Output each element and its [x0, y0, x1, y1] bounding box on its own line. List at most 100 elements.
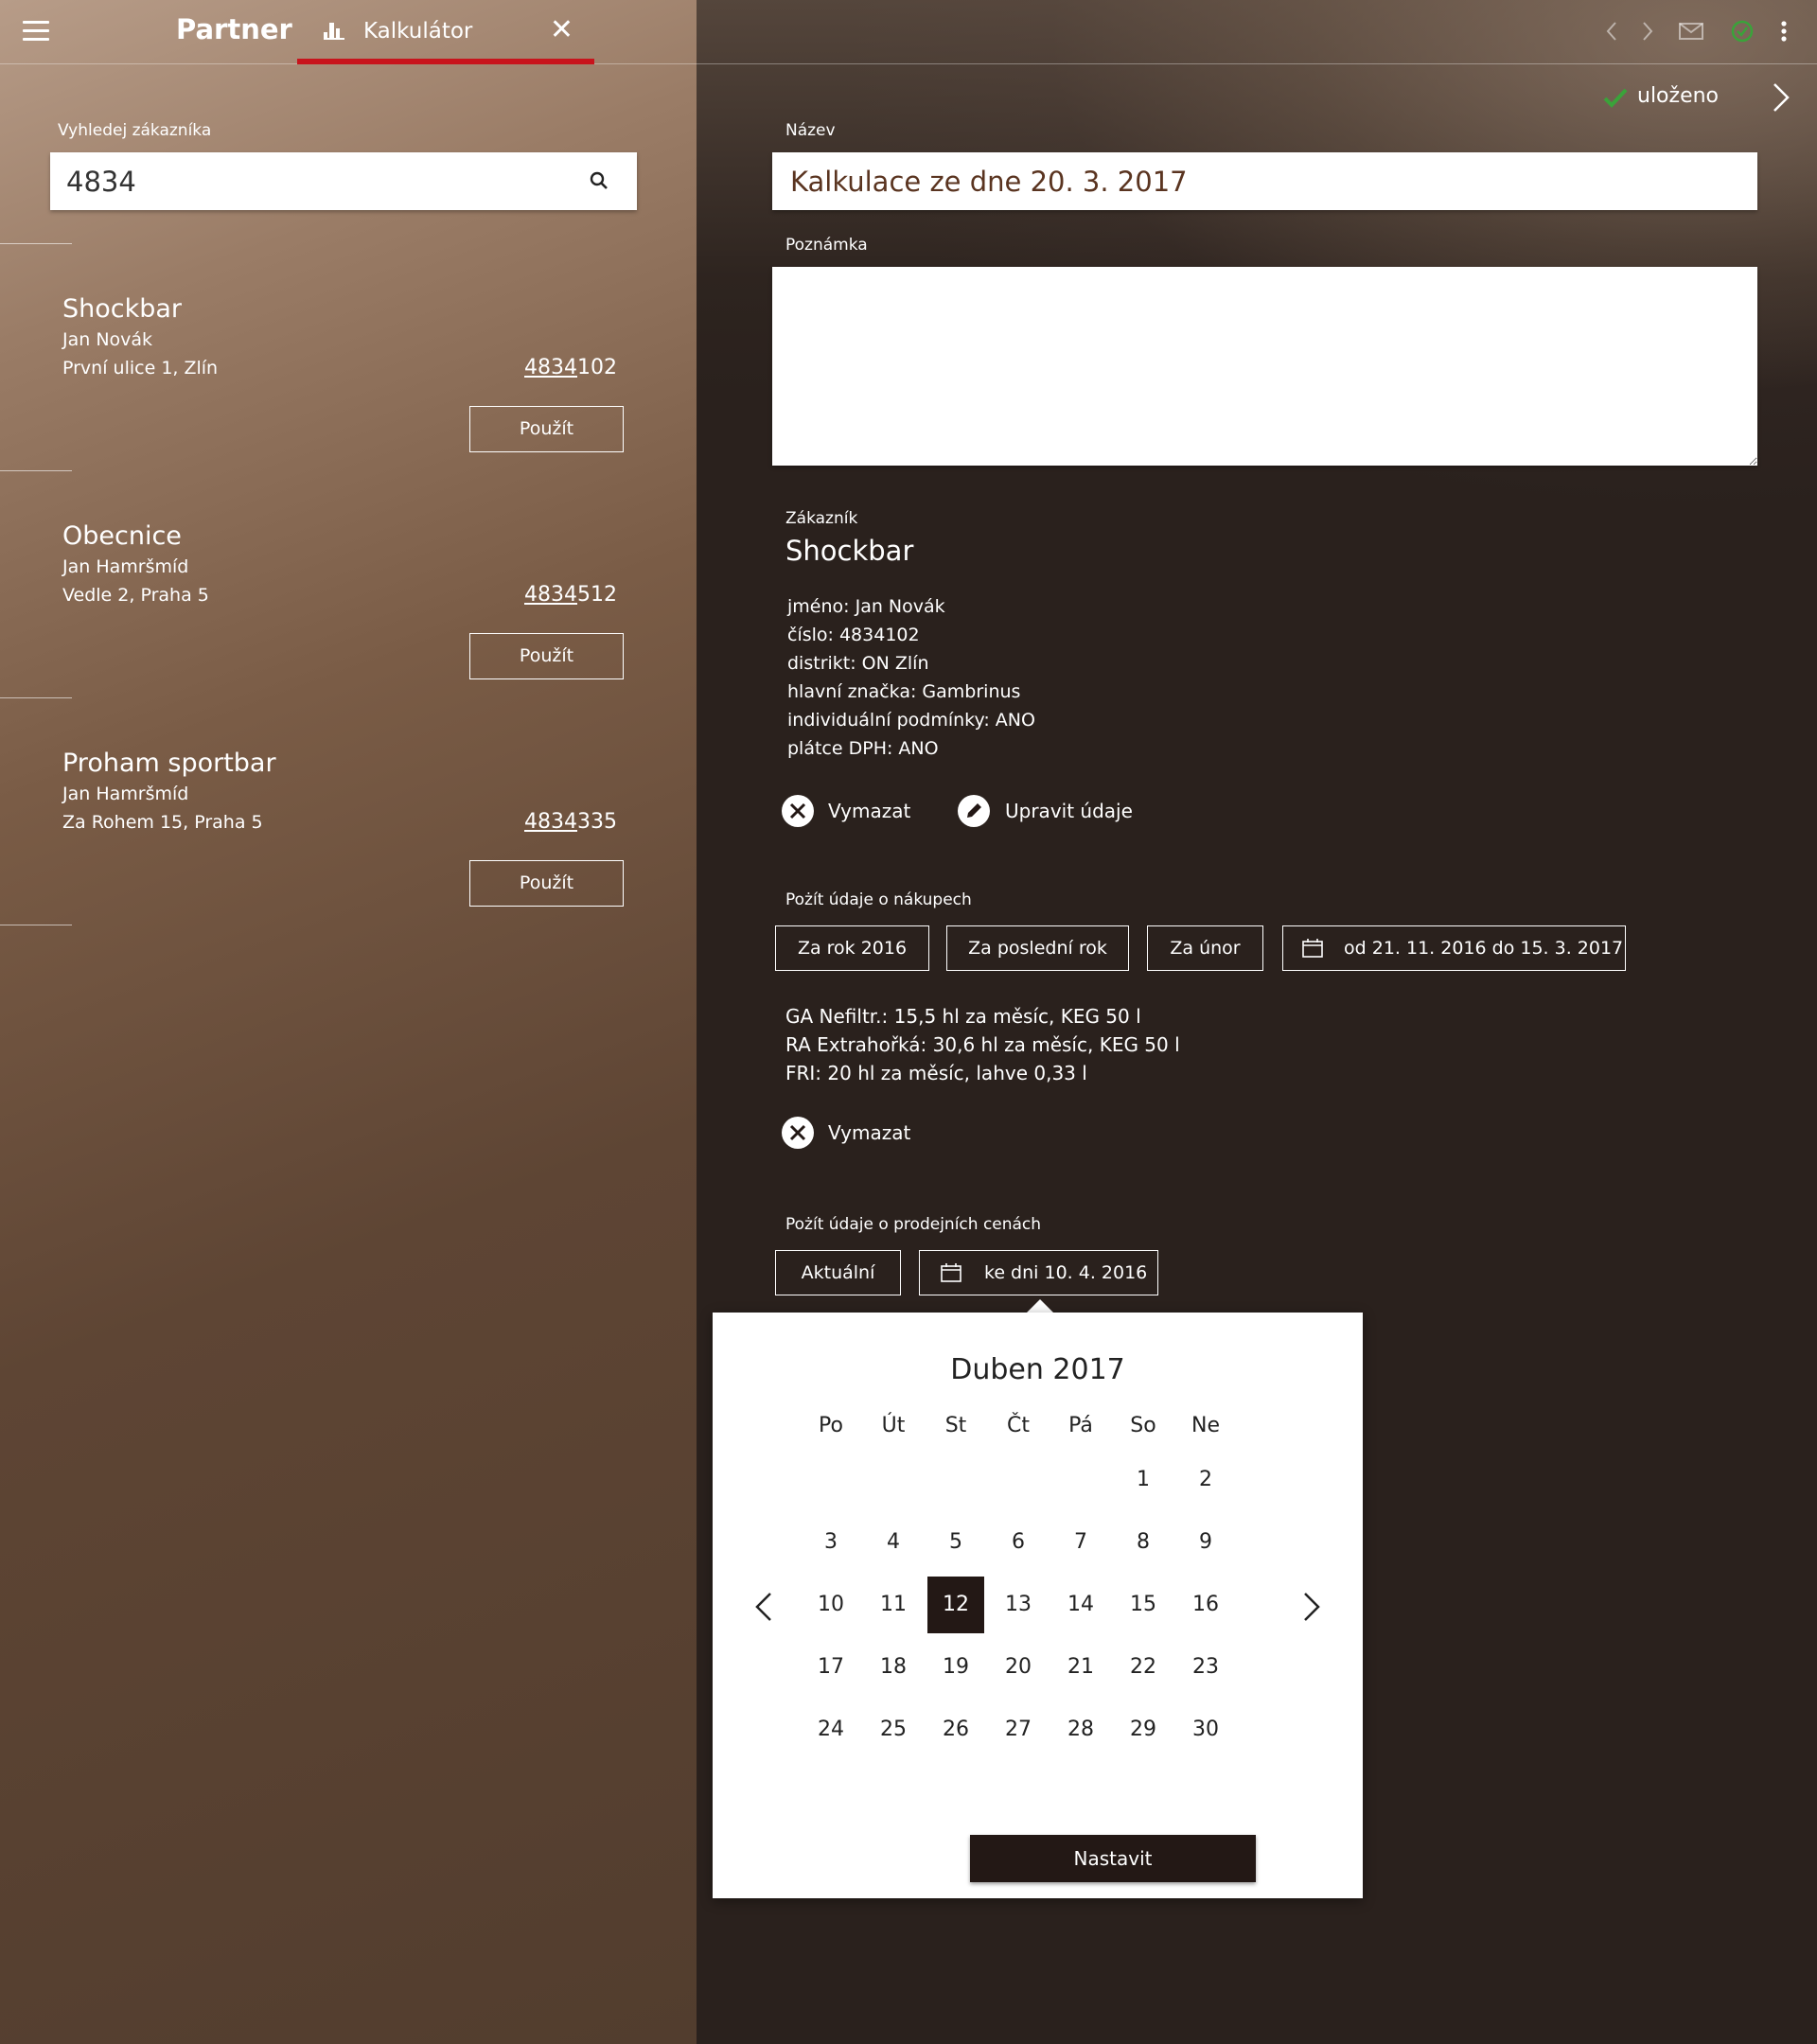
saved-status: uloženo: [1637, 84, 1720, 108]
customer-info-line: individuální podmínky: ANO: [787, 710, 1035, 731]
calendar-day[interactable]: 19: [927, 1639, 984, 1696]
calendar-weekday: Pá: [1068, 1414, 1093, 1437]
bar-chart-icon: [324, 21, 344, 40]
tab-kalkulator[interactable]: Kalkulátor ✕: [297, 0, 594, 64]
calendar-day[interactable]: 26: [927, 1701, 984, 1758]
calendar-day[interactable]: 20: [990, 1639, 1047, 1696]
calendar-month-title: Duben 2017: [950, 1353, 1125, 1386]
calendar-day[interactable]: 16: [1177, 1577, 1234, 1633]
purchase-line: GA Nefiltr.: 15,5 hl za měsíc, KEG 50 l: [785, 1005, 1141, 1028]
calendar-popup-pointer: [1027, 1299, 1053, 1313]
period-range-button[interactable]: od 21. 11. 2016 do 15. 3. 2017: [1282, 925, 1626, 971]
name-input[interactable]: [772, 152, 1757, 210]
top-bar: Partner Kalkulátor ✕: [0, 0, 1817, 64]
clear-icon[interactable]: [782, 1117, 814, 1149]
chevron-left-icon[interactable]: [752, 1591, 775, 1623]
calendar-weekday: Ne: [1191, 1414, 1220, 1437]
use-customer-button[interactable]: Použít: [469, 860, 624, 907]
customer-info-line: číslo: 4834102: [787, 625, 920, 645]
calendar-icon: [941, 1263, 961, 1282]
customer-info-line: hlavní značka: Gambrinus: [787, 681, 1021, 702]
check-icon: [1603, 88, 1628, 108]
customer-label: Zákazník: [785, 509, 858, 528]
purchase-line: FRI: 20 hl za měsíc, lahve 0,33 l: [785, 1062, 1087, 1084]
calendar-day[interactable]: 27: [990, 1701, 1047, 1758]
calendar-day[interactable]: 30: [1177, 1701, 1234, 1758]
note-label: Poznámka: [785, 236, 868, 255]
customer-address: Za Rohem 15, Praha 5: [62, 812, 263, 833]
calendar-weekday: So: [1130, 1414, 1156, 1437]
calendar-day[interactable]: 23: [1177, 1639, 1234, 1696]
tab-label: Kalkulátor: [363, 19, 473, 44]
period-february-button[interactable]: Za únor: [1147, 925, 1263, 971]
calendar-day[interactable]: 29: [1115, 1701, 1172, 1758]
calendar-day[interactable]: 15: [1115, 1577, 1172, 1633]
calendar-day[interactable]: 9: [1177, 1514, 1234, 1571]
period-last-year-button[interactable]: Za poslední rok: [946, 925, 1129, 971]
mail-icon[interactable]: [1677, 17, 1705, 45]
calendar-weekday: Po: [819, 1414, 843, 1437]
calendar-day[interactable]: 13: [990, 1577, 1047, 1633]
chevron-right-icon[interactable]: [1300, 1591, 1323, 1623]
search-box: [50, 152, 637, 210]
calendar-day[interactable]: 18: [865, 1639, 922, 1696]
search-input[interactable]: [50, 152, 561, 210]
calendar-day[interactable]: 2: [1177, 1452, 1234, 1508]
customer-info-line: jméno: Jan Novák: [787, 596, 945, 617]
note-textarea[interactable]: [772, 267, 1757, 466]
customer-name: Shockbar: [62, 294, 183, 324]
edit-icon[interactable]: [958, 795, 990, 827]
calendar-day[interactable]: 24: [803, 1701, 859, 1758]
customer-number: 4834335: [524, 810, 617, 834]
calendar-weekday: Út: [881, 1414, 906, 1437]
calendar-day[interactable]: 5: [927, 1514, 984, 1571]
edit-customer-button[interactable]: Upravit údaje: [1005, 800, 1133, 822]
calendar-day[interactable]: 25: [865, 1701, 922, 1758]
purchase-line: RA Extrahořká: 30,6 hl za měsíc, KEG 50 …: [785, 1033, 1180, 1056]
customer-contact: Jan Hamršmíd: [62, 556, 189, 577]
delete-customer-button[interactable]: Vymazat: [828, 800, 910, 822]
customer-address: Vedle 2, Praha 5: [62, 585, 209, 606]
calendar-icon: [1302, 939, 1323, 958]
close-icon[interactable]: ✕: [550, 16, 573, 44]
prices-date-button[interactable]: ke dni 10. 4. 2016: [919, 1250, 1158, 1295]
chevron-right-icon[interactable]: [1633, 17, 1662, 45]
calendar-day[interactable]: 4: [865, 1514, 922, 1571]
period-range-label: od 21. 11. 2016 do 15. 3. 2017: [1344, 938, 1624, 959]
calendar-day[interactable]: 11: [865, 1577, 922, 1633]
calendar-day[interactable]: 3: [803, 1514, 859, 1571]
prices-current-button[interactable]: Aktuální: [775, 1250, 901, 1295]
calendar-popup: Duben 2017 Po Út St Čt Pá So Ne 1 2 3 4 5 6 7 8 9 10 11 12…: [713, 1313, 1363, 1898]
chevron-left-icon[interactable]: [1597, 17, 1626, 45]
name-label: Název: [785, 121, 836, 140]
customer-number: 4834512: [524, 583, 617, 607]
customer-info-line: distrikt: ON Zlín: [787, 653, 929, 674]
chevron-right-icon[interactable]: [1772, 81, 1791, 114]
period-year-2016-button[interactable]: Za rok 2016: [775, 925, 929, 971]
use-customer-button[interactable]: Použít: [469, 633, 624, 679]
calendar-day[interactable]: 22: [1115, 1639, 1172, 1696]
search-icon[interactable]: [588, 169, 610, 192]
calendar-day[interactable]: 1: [1115, 1452, 1172, 1508]
calendar-day[interactable]: 21: [1052, 1639, 1109, 1696]
use-customer-button[interactable]: Použít: [469, 406, 624, 452]
calendar-day[interactable]: 14: [1052, 1577, 1109, 1633]
calendar-day[interactable]: 28: [1052, 1701, 1109, 1758]
calendar-day[interactable]: 8: [1115, 1514, 1172, 1571]
customer-name: Proham sportbar: [62, 749, 276, 778]
calendar-day[interactable]: 10: [803, 1577, 859, 1633]
calendar-day-selected[interactable]: 12: [927, 1577, 984, 1633]
sync-check-icon[interactable]: [1728, 17, 1756, 45]
calendar-day[interactable]: 6: [990, 1514, 1047, 1571]
customer-contact: Jan Hamršmíd: [62, 784, 189, 804]
customer-address: První ulice 1, Zlín: [62, 358, 219, 379]
more-vert-icon[interactable]: [1770, 17, 1798, 45]
calendar-day[interactable]: 7: [1052, 1514, 1109, 1571]
set-date-button[interactable]: Nastavit: [970, 1835, 1256, 1882]
delete-purchases-button[interactable]: Vymazat: [828, 1121, 910, 1144]
menu-icon[interactable]: [23, 21, 49, 42]
calendar-day[interactable]: 17: [803, 1639, 859, 1696]
clear-icon[interactable]: [782, 795, 814, 827]
customer-info-line: plátce DPH: ANO: [787, 738, 939, 759]
prices-label: Pożít údaje o prodejních cenách: [785, 1215, 1042, 1234]
